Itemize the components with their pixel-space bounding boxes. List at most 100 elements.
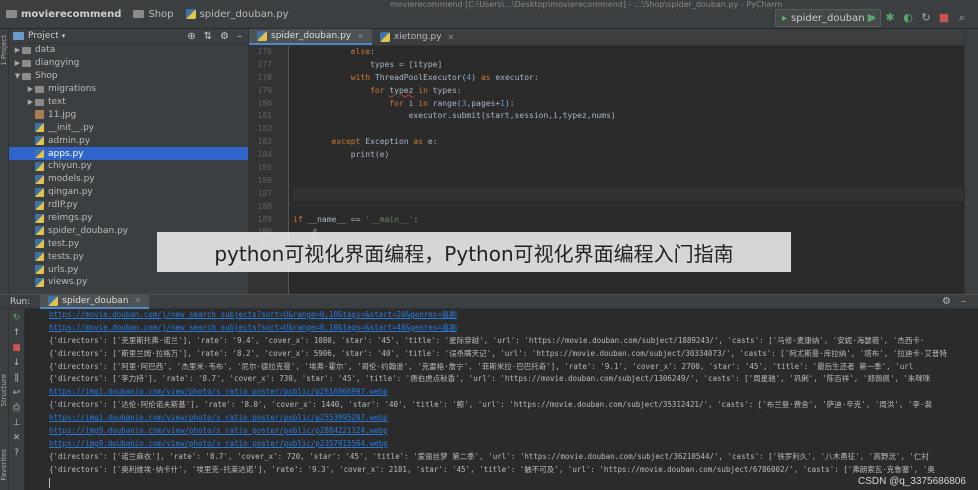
search-icon[interactable]: ⌕ — [956, 11, 968, 25]
code-line: executor.submit(start,session,i,typez,nu… — [293, 111, 616, 121]
close-icon[interactable]: ✕ — [135, 296, 142, 305]
tree-item[interactable]: ▶ data — [9, 44, 248, 57]
chevron-right-icon[interactable]: ▶ — [26, 85, 35, 93]
close-icon[interactable]: ✕ — [357, 32, 364, 41]
breadcrumb-project[interactable]: movierecommend — [0, 9, 127, 20]
project-panel-title[interactable]: Project — [28, 31, 59, 41]
python-file-icon — [35, 252, 44, 262]
tree-item-label: migrations — [48, 84, 97, 95]
python-file-icon — [379, 32, 390, 42]
python-file-icon — [35, 161, 44, 171]
coverage-icon[interactable]: ◐ — [902, 11, 914, 25]
tree-item[interactable]: __init__.py — [9, 121, 248, 134]
hide-icon[interactable]: – — [961, 296, 966, 307]
tree-item[interactable]: admin.py — [9, 134, 248, 147]
rerun-icon[interactable]: ↻ — [11, 312, 23, 324]
locate-icon[interactable]: ⊕ — [187, 31, 195, 42]
tree-item[interactable]: ▶ text — [9, 96, 248, 109]
tree-item[interactable]: 11.jpg — [9, 108, 248, 121]
tree-item-label: diangying — [35, 58, 80, 69]
tree-item[interactable]: ▶ diangying — [9, 57, 248, 70]
code-line: except Exception as e: — [331, 137, 438, 147]
print-icon[interactable]: ⎙ — [11, 402, 23, 414]
tree-item[interactable]: ▶ migrations — [9, 83, 248, 96]
line-number: 179 — [257, 85, 272, 95]
breadcrumb-file[interactable]: spider_douban.py — [180, 9, 295, 20]
console-link[interactable]: https://img9.doubanio.com/view/photo/s_r… — [49, 438, 964, 451]
console-link[interactable]: https://img9.doubanio.com/view/photo/s_r… — [49, 425, 964, 438]
close-icon[interactable]: ✕ — [11, 432, 23, 444]
breadcrumb-folder[interactable]: Shop — [127, 9, 179, 20]
tree-item-label: Shop — [35, 71, 58, 82]
article-title-overlay: python可视化界面编程，Python可视化界面编程入门指南 — [157, 232, 791, 272]
console-line: {'directors': ['阿里·阿巴西', '杰里米·韦布', '尼尔·德… — [49, 361, 914, 371]
console-link[interactable]: https://movie.douban.com/j/new_search_su… — [49, 322, 964, 335]
chevron-right-icon[interactable]: ▶ — [26, 98, 35, 106]
watermark: CSDN @q_3375686806 — [857, 476, 966, 487]
soft-wrap-icon[interactable]: ↩ — [11, 387, 23, 399]
line-number: 181 — [257, 111, 272, 121]
tree-item[interactable]: qingan.py — [9, 186, 248, 199]
pause-icon[interactable]: ∥ — [11, 372, 23, 384]
debug-icon[interactable]: ✱ — [884, 11, 896, 25]
project-tool-tab[interactable]: 1:Project — [0, 35, 8, 66]
tree-item[interactable]: views.py — [9, 276, 248, 289]
line-number: 183 — [257, 137, 272, 147]
chevron-right-icon[interactable]: ▶ — [13, 59, 22, 67]
code-line: for typez in types: — [370, 85, 462, 95]
gear-icon[interactable]: ⚙ — [942, 296, 951, 307]
hide-icon[interactable]: – — [237, 31, 242, 42]
chevron-down-icon[interactable]: ▾ — [62, 32, 66, 40]
code-line-current — [293, 187, 963, 201]
python-file-icon — [35, 123, 44, 133]
profile-icon[interactable]: ↻ — [920, 11, 932, 25]
collapse-icon[interactable]: ⇅ — [204, 31, 212, 42]
tree-item[interactable]: models.py — [9, 173, 248, 186]
console-output[interactable]: https://movie.douban.com/j/new_search_su… — [49, 309, 964, 490]
structure-tool-tab[interactable]: Structure — [0, 374, 8, 407]
console-link[interactable]: https://img1.doubanio.com/view/photo/s_r… — [49, 386, 964, 399]
tree-item[interactable]: rdIP.py — [9, 199, 248, 212]
project-panel-header: Project ▾ ⊕ ⇅ ⚙ – — [9, 29, 248, 44]
python-file-icon — [35, 136, 44, 146]
code-line: else: — [350, 47, 375, 56]
tree-item[interactable]: ▼ Shop — [9, 70, 248, 83]
right-tool-strip — [964, 29, 978, 294]
console-link[interactable]: https://img1.doubanio.com/view/photo/s_r… — [49, 412, 964, 425]
editor-tab-label: spider_douban.py — [271, 31, 352, 41]
tree-item-label: 11.jpg — [48, 109, 77, 120]
tree-item[interactable]: apps.py — [9, 147, 248, 161]
chevron-down-icon[interactable]: ▼ — [13, 72, 22, 80]
line-number: 178 — [257, 72, 272, 82]
console-link[interactable]: https://movie.douban.com/j/new_search_su… — [49, 309, 964, 322]
editor-tab[interactable]: spider_douban.py ✕ — [249, 29, 372, 45]
stop-icon[interactable]: ■ — [11, 342, 23, 354]
chevron-right-icon[interactable]: ▶ — [13, 46, 22, 54]
line-number: 185 — [257, 163, 272, 173]
help-icon[interactable]: ? — [11, 447, 23, 459]
favorites-tool-tab[interactable]: Favorites — [0, 449, 8, 481]
console-line: {'directors': ['李力持'], 'rate': '8.7', 'c… — [49, 374, 931, 384]
tree-item-label: admin.py — [48, 135, 91, 146]
run-tab[interactable]: spider_douban ✕ — [40, 294, 150, 309]
run-icon[interactable]: ▶ — [866, 11, 878, 25]
folder-icon — [35, 85, 44, 93]
python-run-icon: ▸ — [782, 12, 788, 24]
line-number: 188 — [257, 201, 272, 211]
tree-item[interactable]: chiyun.py — [9, 160, 248, 173]
pin-icon[interactable]: ⊥ — [11, 417, 23, 429]
close-icon[interactable]: ✕ — [448, 33, 455, 42]
tree-item-label: qingan.py — [48, 187, 93, 198]
down-icon[interactable]: ↓ — [11, 357, 23, 369]
up-icon[interactable]: ↑ — [11, 327, 23, 339]
folder-icon — [6, 10, 17, 18]
stop-icon[interactable]: ■ — [938, 11, 950, 25]
gear-icon[interactable]: ⚙ — [220, 31, 229, 42]
console-caret[interactable] — [49, 477, 964, 490]
tree-item-label: spider_douban.py — [48, 225, 129, 236]
python-file-icon — [35, 174, 44, 184]
tree-item[interactable]: reimgs.py — [9, 212, 248, 225]
editor-tab[interactable]: xietong.py ✕ — [372, 29, 462, 45]
run-configuration-select[interactable]: ▸ spider_douban ▾ — [775, 9, 881, 27]
